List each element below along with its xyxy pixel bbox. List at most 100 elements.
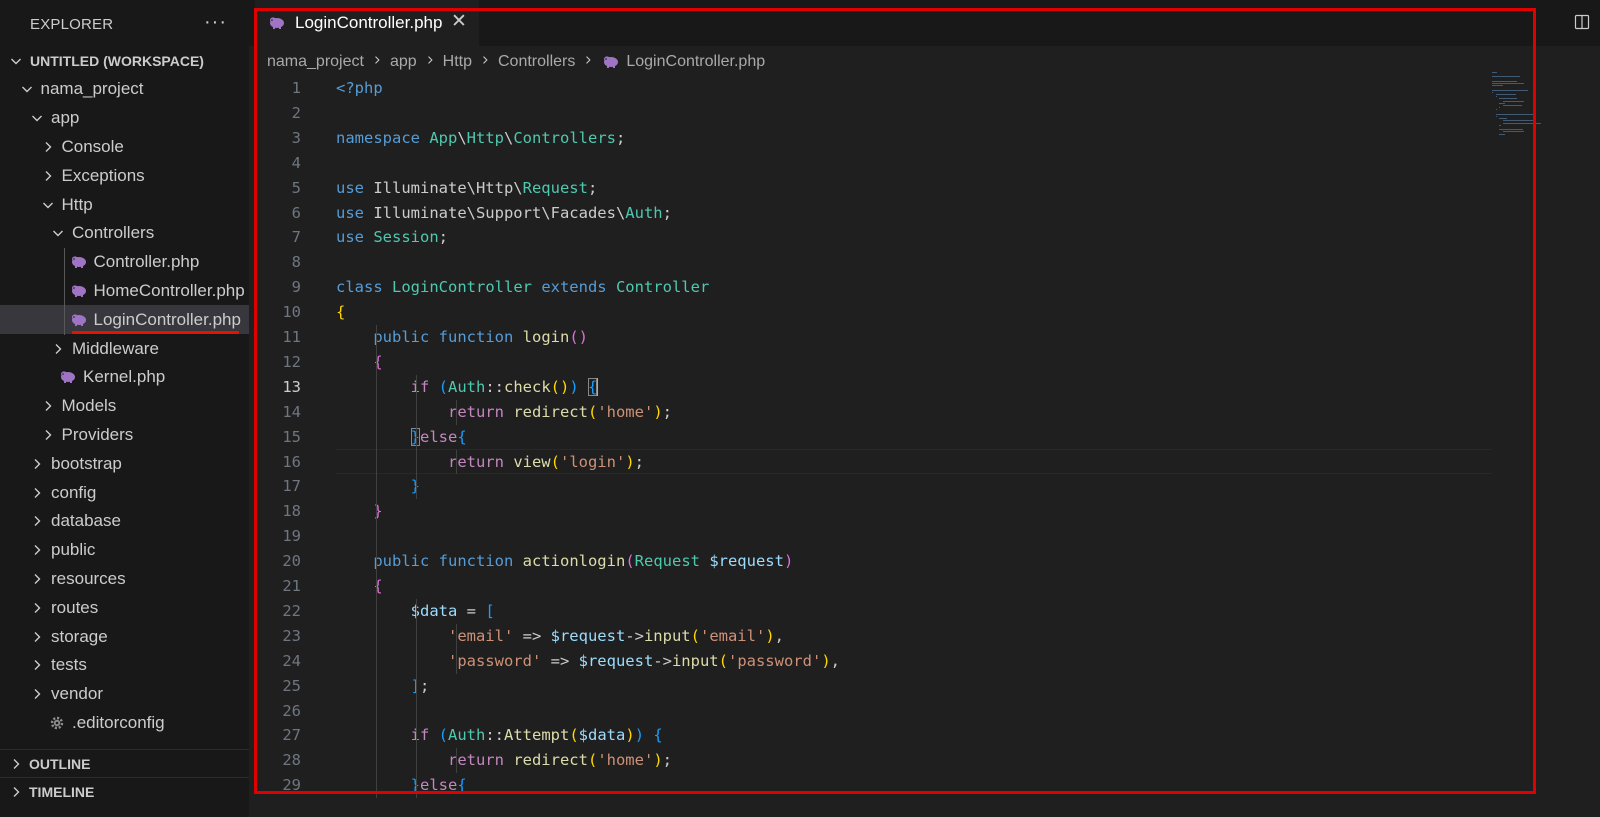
tree-item-public[interactable]: public bbox=[0, 536, 249, 565]
breadcrumb-item[interactable]: nama_project bbox=[267, 53, 364, 71]
minimap-line bbox=[1502, 105, 1522, 106]
chevron-down-icon bbox=[29, 110, 45, 126]
line-code: public function actionlogin(Request $req… bbox=[373, 552, 794, 571]
split-editor-icon[interactable] bbox=[1574, 14, 1590, 30]
breadcrumb: nama_project app Http Controllers LoginContr… bbox=[267, 50, 765, 74]
editor-area: LoginController.php ✕ nama_project app Htt… bbox=[249, 0, 1600, 817]
php-file-icon bbox=[71, 285, 86, 297]
tree-item-storage[interactable]: storage bbox=[0, 622, 249, 651]
minimap-line bbox=[1499, 102, 1505, 104]
code-line: 11 public function login() bbox=[249, 325, 1509, 350]
timeline-section[interactable]: TIMELINE bbox=[0, 777, 249, 806]
minimap-line bbox=[1499, 107, 1501, 109]
code-line: 12 { bbox=[249, 350, 1509, 375]
chevron-right-icon bbox=[40, 398, 56, 414]
minimap-line bbox=[1502, 122, 1541, 124]
tree-item-vendor[interactable]: vendor bbox=[0, 680, 249, 709]
line-number: 15 bbox=[282, 427, 301, 446]
minimap-line bbox=[1492, 76, 1520, 78]
breadcrumb-item[interactable]: LoginController.php bbox=[601, 53, 765, 71]
minimap[interactable] bbox=[1492, 72, 1562, 152]
chevron-right-icon bbox=[8, 756, 24, 772]
indent-guide bbox=[416, 374, 417, 500]
code-line: 22 $data = [ bbox=[249, 599, 1509, 624]
chevron-right-icon bbox=[29, 629, 45, 645]
tree-item-label: vendor bbox=[51, 684, 103, 704]
line-code: public function login() bbox=[373, 328, 588, 346]
php-file-icon bbox=[71, 256, 86, 269]
line-number: 6 bbox=[291, 203, 301, 222]
code-line: 20 public function actionlogin(Request $… bbox=[249, 549, 1509, 574]
tree-item-config[interactable]: config bbox=[0, 478, 249, 507]
breadcrumb-label: LoginController.php bbox=[626, 53, 766, 70]
tree-item-resources[interactable]: resources bbox=[0, 564, 249, 593]
chevron-right-icon bbox=[582, 53, 594, 71]
tree-item-tests[interactable]: tests bbox=[0, 651, 249, 680]
tree-item-console[interactable]: Console bbox=[0, 132, 249, 161]
breadcrumb-item[interactable]: Http bbox=[443, 53, 472, 71]
tree-item-controllers[interactable]: Controllers bbox=[0, 219, 249, 248]
minimap-line bbox=[1499, 124, 1501, 126]
line-code: <?php bbox=[336, 79, 383, 97]
tree-item-editorconfig[interactable]: .editorconfig bbox=[0, 708, 249, 737]
minimap-line bbox=[1495, 116, 1497, 117]
close-icon[interactable]: ✕ bbox=[449, 12, 469, 32]
tree-item-homecontroller-php[interactable]: HomeController.php bbox=[0, 276, 249, 305]
tree-item-label: app bbox=[51, 108, 80, 128]
breadcrumb-item[interactable]: Controllers bbox=[498, 53, 575, 71]
minimap-line bbox=[1499, 98, 1518, 100]
line-number: 17 bbox=[282, 477, 301, 496]
tree-item-untitled-workspace[interactable]: UNTITLED (WORKSPACE) bbox=[0, 46, 249, 75]
indent-guide bbox=[376, 325, 377, 799]
outline-section[interactable]: OUTLINE bbox=[0, 749, 249, 778]
tree-item-label: .editorconfig bbox=[72, 712, 165, 732]
line-code: } bbox=[336, 474, 420, 499]
tree-item-label: Console bbox=[61, 136, 124, 156]
line-number: 5 bbox=[291, 178, 301, 197]
chevron-right-icon bbox=[29, 485, 45, 501]
tree-item-bootstrap[interactable]: bootstrap bbox=[0, 449, 249, 478]
minimap-line bbox=[1492, 83, 1525, 84]
tree-item-nama-project[interactable]: nama_project bbox=[0, 75, 249, 104]
chevron-down-icon bbox=[50, 225, 66, 241]
tree-item-app[interactable]: app bbox=[0, 104, 249, 133]
tree-item-controller-php[interactable]: Controller.php bbox=[0, 248, 249, 277]
code-line: 25 ]; bbox=[249, 674, 1509, 699]
tree-item-exceptions[interactable]: Exceptions bbox=[0, 161, 249, 190]
text-cursor bbox=[596, 378, 599, 397]
tree-item-middleware[interactable]: Middleware bbox=[0, 334, 249, 363]
tree-item-label: public bbox=[51, 540, 96, 560]
chevron-right-icon bbox=[479, 53, 491, 71]
line-code: 'email' => $request->input('email'), bbox=[447, 626, 784, 645]
chevron-right-icon bbox=[424, 53, 436, 71]
outline-label: OUTLINE bbox=[29, 756, 91, 772]
tree-item-label: Kernel.php bbox=[83, 367, 166, 387]
code-line: 14 return redirect('home'); bbox=[249, 400, 1509, 425]
tree-item-database[interactable]: database bbox=[0, 507, 249, 536]
code-line: 21 { bbox=[249, 574, 1509, 599]
more-actions-icon[interactable]: ··· bbox=[204, 11, 227, 34]
minimap-line bbox=[1502, 120, 1536, 122]
line-code: }else{ bbox=[411, 776, 467, 795]
indent-guide bbox=[64, 248, 65, 335]
tree-item-models[interactable]: Models bbox=[0, 392, 249, 421]
tree-item-kernel-php[interactable]: Kernel.php bbox=[0, 363, 249, 392]
tree-item-http[interactable]: Http bbox=[0, 190, 249, 219]
tree-item-providers[interactable]: Providers bbox=[0, 420, 249, 449]
minimap-line bbox=[1492, 91, 1493, 93]
minimap-line bbox=[1495, 96, 1497, 98]
code-line: 19 bbox=[249, 524, 1509, 549]
tab-login-controller[interactable]: LoginController.php ✕ bbox=[255, 0, 479, 46]
breadcrumb-item[interactable]: app bbox=[390, 53, 417, 71]
line-number: 3 bbox=[291, 128, 301, 147]
tab-bar: LoginController.php ✕ bbox=[249, 0, 1600, 46]
line-number: 22 bbox=[282, 601, 301, 620]
tree-item-routes[interactable]: routes bbox=[0, 593, 249, 622]
code-line: 29 }else{ bbox=[249, 773, 1509, 798]
tree-item-label: bootstrap bbox=[51, 453, 122, 473]
line-number: 18 bbox=[282, 502, 301, 521]
chevron-right-icon bbox=[29, 456, 45, 472]
indent-guide bbox=[456, 623, 457, 674]
tree-item-logincontroller-php[interactable]: LoginController.php bbox=[0, 305, 249, 335]
code-editor[interactable]: 1 <?php 2 3 namespace App\Http\Controllers; 4… bbox=[249, 76, 1600, 817]
